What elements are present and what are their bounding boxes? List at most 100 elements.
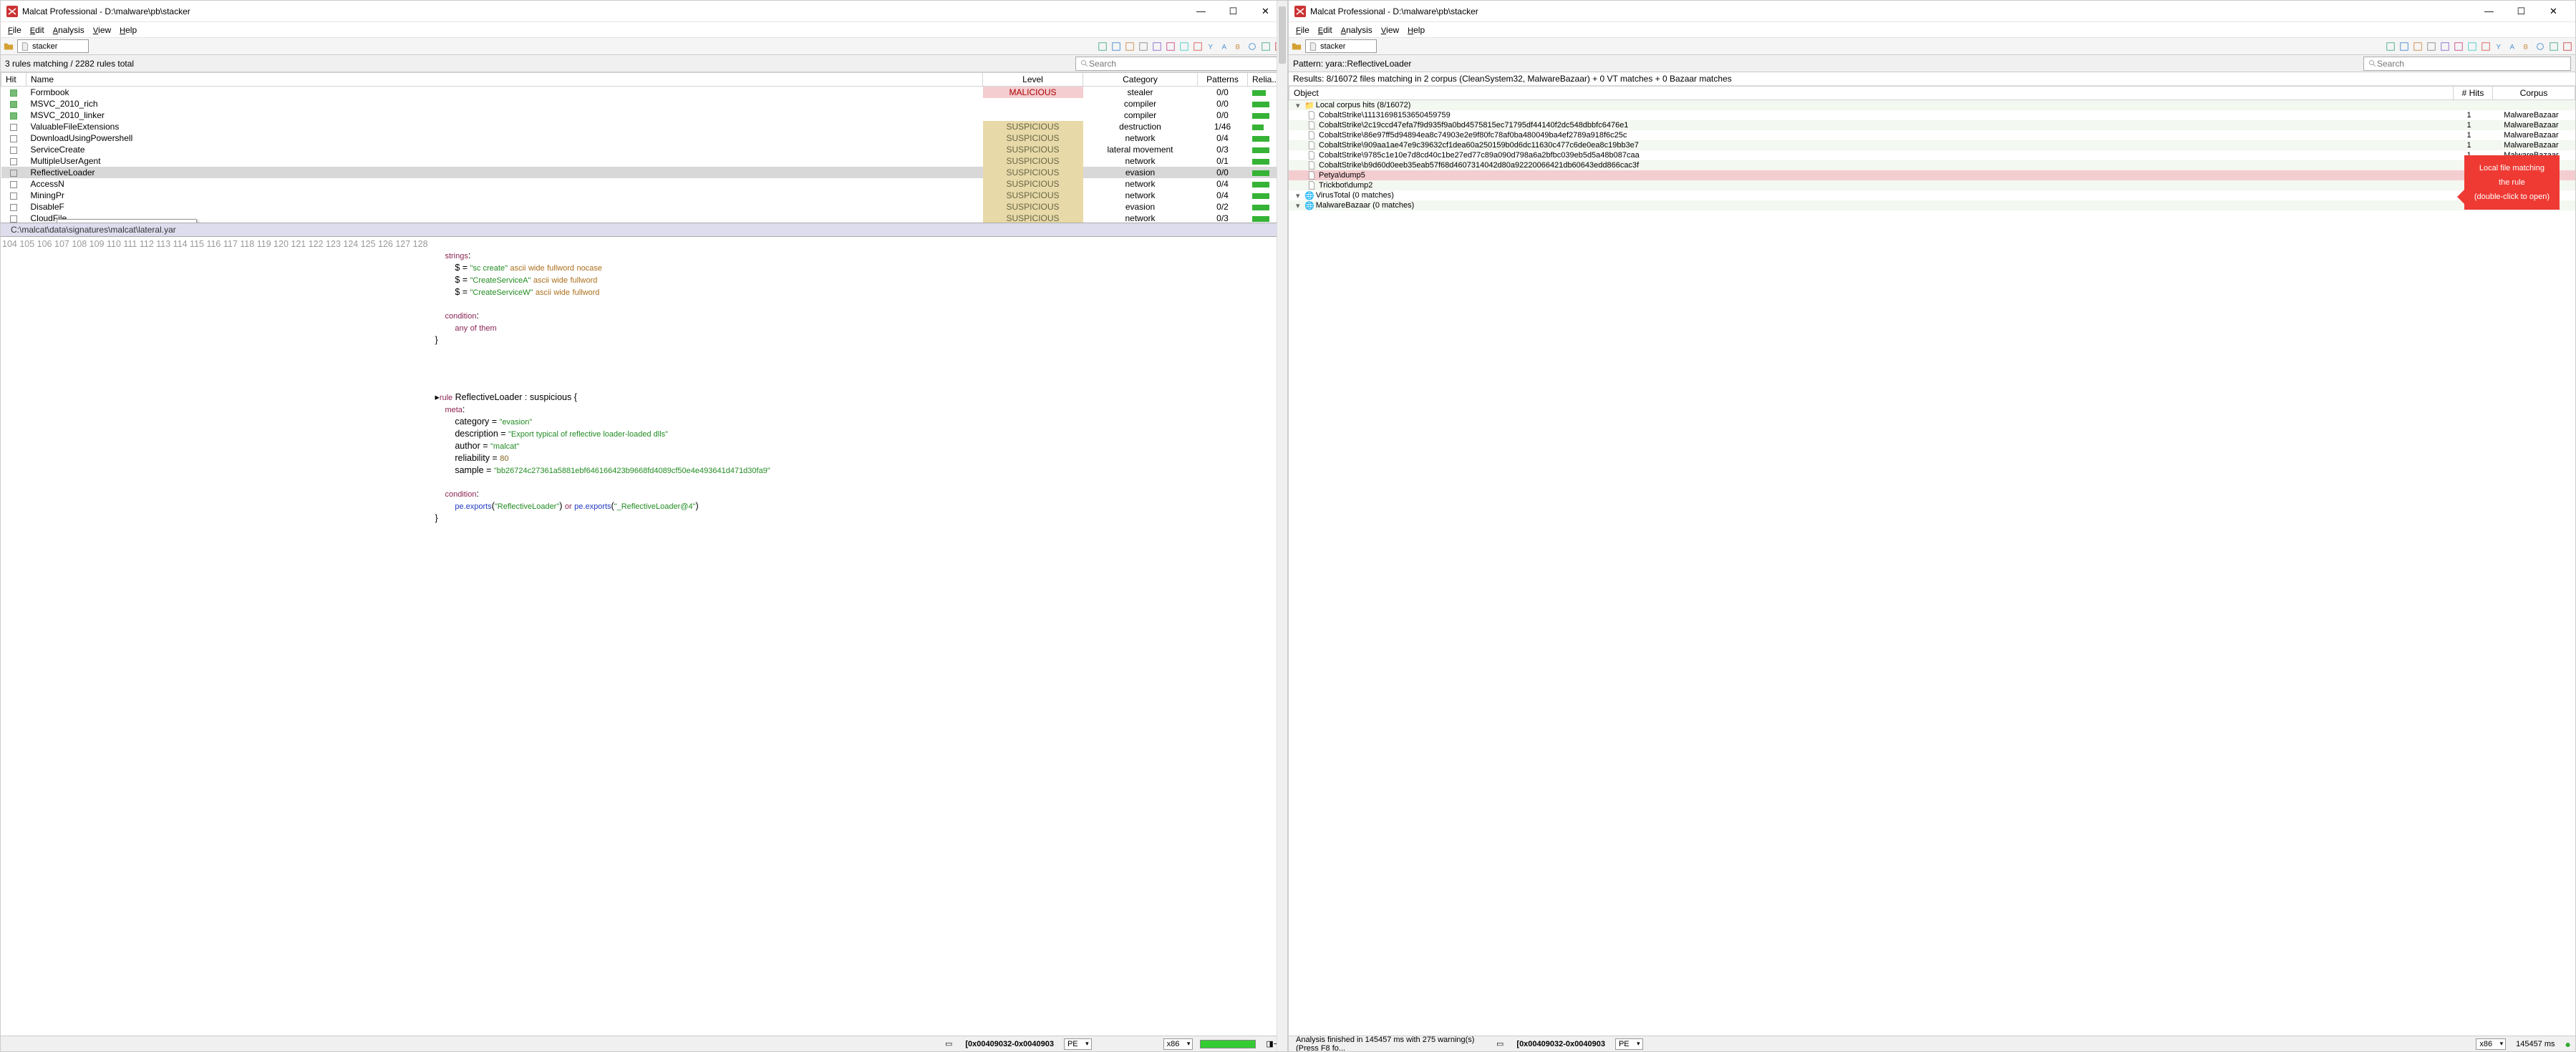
search-box[interactable] (1075, 57, 1283, 71)
tree-row[interactable]: CobaltStrike\2c19ccd47efa7f9d935f9a0bd45… (1289, 120, 2575, 130)
rule-row[interactable]: ValuableFileExtensions SUSPICIOUS destru… (1, 121, 1287, 132)
col-corpus[interactable]: Corpus (2493, 87, 2575, 100)
tree-row[interactable]: ▾🌐MalwareBazaar (0 matches) (1289, 200, 2575, 210)
code-editor[interactable]: 104 105 106 107 108 109 110 111 112 113 … (1, 237, 1287, 1036)
tb-icon-11[interactable]: B (1232, 40, 1245, 53)
search-input[interactable] (1089, 59, 1278, 69)
tb-icon-r5[interactable] (2439, 40, 2451, 53)
tb-icon-r2[interactable] (2398, 40, 2411, 53)
menu-help[interactable]: Help (1403, 25, 1429, 35)
tb-icon-1[interactable] (1096, 40, 1109, 53)
search-input-r[interactable] (2377, 59, 2566, 69)
statusbar: ▭ [0x00409032-0x0040903 PE x86 ◨⇥ (1, 1036, 1287, 1051)
tb-icon-r3[interactable] (2411, 40, 2424, 53)
tb-icon-5[interactable] (1151, 40, 1163, 53)
tb-icon-r10[interactable]: A (2507, 40, 2519, 53)
tb-icon-4[interactable] (1137, 40, 1150, 53)
rule-row[interactable]: MultipleUserAgent SUSPICIOUS network 0/1 (1, 155, 1287, 167)
rule-row[interactable]: ServiceCreate SUSPICIOUS lateral movemen… (1, 144, 1287, 155)
tb-icon-13[interactable] (1259, 40, 1272, 53)
minimize-button[interactable]: — (1185, 1, 1217, 21)
menu-help[interactable]: Help (115, 25, 141, 35)
tb-icon-2[interactable] (1110, 40, 1123, 53)
tb-icon-r8[interactable] (2479, 40, 2492, 53)
sb-format[interactable]: PE (1064, 1038, 1092, 1050)
sb-arch-r[interactable]: x86 (2476, 1038, 2506, 1050)
col-hit[interactable]: Hit (1, 73, 26, 87)
tree-row[interactable]: Trickbot\dump21MalwareBazaar (1289, 180, 2575, 190)
tree-row[interactable]: CobaltStrike\b9d60d0eeb35eab57f68d460731… (1289, 160, 2575, 170)
open-folder-icon[interactable] (1290, 40, 1303, 53)
tb-icon-r7[interactable] (2466, 40, 2479, 53)
left-pane: Malcat Professional - D:\malware\pb\stac… (0, 0, 1288, 1052)
tree-row[interactable]: CobaltStrike\111316981536504597591Malwar… (1289, 110, 2575, 120)
tb-icon-9[interactable]: Y (1205, 40, 1218, 53)
rule-row[interactable]: MSVC_2010_rich compiler 0/0 (1, 98, 1287, 109)
menu-view[interactable]: View (89, 25, 115, 35)
col-hits[interactable]: # Hits (2454, 87, 2493, 100)
tb-icon-3[interactable] (1123, 40, 1136, 53)
menu-file[interactable]: File (4, 25, 26, 35)
tb-icon-r14[interactable] (2561, 40, 2574, 53)
maximize-button[interactable]: ☐ (1217, 1, 1249, 21)
menu-edit[interactable]: Edit (26, 25, 49, 35)
col-patterns[interactable]: Patterns (1198, 73, 1248, 87)
tb-icon-r12[interactable] (2534, 40, 2547, 53)
rule-row[interactable]: DownloadUsingPowershell SUSPICIOUS netwo… (1, 132, 1287, 144)
sb-rect-icon[interactable]: ▭ (1493, 1039, 1506, 1048)
rule-row[interactable]: Formbook MALICIOUS stealer 0/0 (1, 87, 1287, 99)
menu-edit[interactable]: Edit (1314, 25, 1337, 35)
tb-icon-7[interactable] (1178, 40, 1191, 53)
svg-text:A: A (1222, 43, 1227, 51)
sb-format-r[interactable]: PE (1615, 1038, 1643, 1050)
tb-icon-r6[interactable] (2452, 40, 2465, 53)
tree-row[interactable]: Petya\dump51MalwareBazaar (1289, 170, 2575, 180)
tb-icon-6[interactable] (1164, 40, 1177, 53)
tree-row[interactable]: CobaltStrike\86e97ff5d94894ea8c74903e2e9… (1289, 130, 2575, 140)
titlebar-r[interactable]: Malcat Professional - D:\malware\pb\stac… (1289, 1, 2575, 22)
rule-row[interactable]: MSVC_2010_linker compiler 0/0 (1, 109, 1287, 121)
sb-arch[interactable]: x86 (1163, 1038, 1193, 1050)
minimize-button[interactable]: — (2473, 1, 2505, 21)
col-object[interactable]: Object (1289, 87, 2454, 100)
tb-icon-8[interactable] (1191, 40, 1204, 53)
svg-text:B: B (2524, 43, 2528, 51)
rule-row[interactable]: AccessN SUSPICIOUS network 0/4 (1, 178, 1287, 190)
tree-row[interactable]: CobaltStrike\909aa1ae47e9c39632cf1dea60a… (1289, 140, 2575, 150)
titlebar[interactable]: Malcat Professional - D:\malware\pb\stac… (1, 1, 1287, 22)
menu-file[interactable]: File (1292, 25, 1314, 35)
tree-row[interactable]: ▾🌐VirusTotal (0 matches) (1289, 190, 2575, 200)
close-button[interactable]: ✕ (2537, 1, 2570, 21)
col-level[interactable]: Level (983, 73, 1083, 87)
tb-icon-r1[interactable] (2384, 40, 2397, 53)
tb-icon-10[interactable]: A (1219, 40, 1231, 53)
pattern-label: Pattern: yara::ReflectiveLoader (1293, 59, 2363, 69)
tb-icon-r4[interactable] (2425, 40, 2438, 53)
file-tab-r[interactable]: stacker (1305, 39, 1377, 53)
code-scrollbar[interactable] (1277, 237, 1287, 1036)
menu-analysis[interactable]: Analysis (1337, 25, 1377, 35)
menu-view[interactable]: View (1377, 25, 1403, 35)
menubar-r: File Edit Analysis View Help (1289, 22, 2575, 38)
col-category[interactable]: Category (1083, 73, 1198, 87)
sb-rect-icon[interactable]: ▭ (942, 1039, 955, 1048)
menu-analysis[interactable]: Analysis (49, 25, 89, 35)
search-box-r[interactable] (2363, 57, 2571, 71)
search-icon (1080, 59, 1089, 68)
tree-row[interactable]: ▾📁Local corpus hits (8/16072) (1289, 100, 2575, 110)
rule-row[interactable]: ReflectiveLoader SUSPICIOUS evasion 0/0 (1, 167, 1287, 178)
maximize-button[interactable]: ☐ (2505, 1, 2537, 21)
rule-row[interactable]: DisableF SUSPICIOUS evasion 0/2 (1, 201, 1287, 213)
results-summary: Results: 8/16072 files matching in 2 cor… (1289, 72, 2575, 86)
tb-icon-12[interactable] (1246, 40, 1259, 53)
tb-icon-r11[interactable]: B (2520, 40, 2533, 53)
tree-row[interactable]: CobaltStrike\9785c1e10e7d8cd40c1be27ed77… (1289, 150, 2575, 160)
rules-table: Hit Name Level Category Patterns Relia..… (1, 72, 1287, 223)
sb-ok-icon: ● (2565, 1038, 2571, 1050)
rule-row[interactable]: MiningPr SUSPICIOUS network 0/4 (1, 190, 1287, 201)
col-name[interactable]: Name (26, 73, 983, 87)
tb-icon-r9[interactable]: Y (2493, 40, 2506, 53)
file-tab[interactable]: stacker (17, 39, 89, 53)
open-folder-icon[interactable] (2, 40, 15, 53)
tb-icon-r13[interactable] (2547, 40, 2560, 53)
